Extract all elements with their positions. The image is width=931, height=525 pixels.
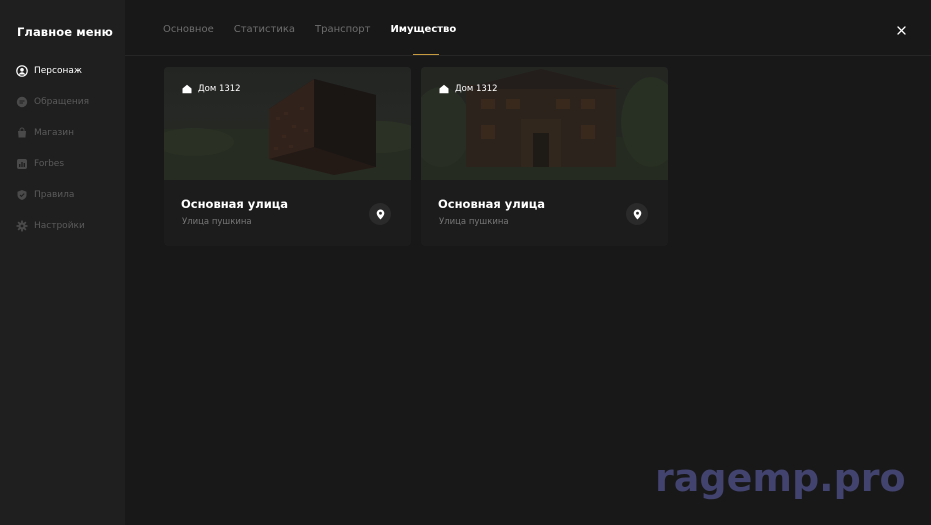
tab-bar: Основное Статистика Транспорт Имущество — [163, 24, 456, 41]
home-icon — [182, 84, 192, 94]
sidebar-item-character[interactable]: Персонаж — [16, 63, 82, 79]
property-badge: Дом 1312 — [439, 84, 498, 94]
property-street: Основная улица — [438, 197, 546, 211]
tab-property[interactable]: Имущество — [390, 24, 456, 41]
user-circle-icon — [16, 65, 28, 77]
property-street: Основная улица — [181, 197, 289, 211]
map-pin-icon — [376, 209, 384, 219]
sidebar-item-rules[interactable]: Правила — [16, 187, 74, 203]
chat-icon — [16, 96, 28, 108]
map-pin-icon — [633, 209, 641, 219]
property-address: Улица пушкина — [439, 217, 509, 227]
property-image: Дом 1312 — [421, 67, 668, 180]
property-badge: Дом 1312 — [182, 84, 241, 94]
watermark: ragemp.pro — [655, 456, 906, 500]
property-info: Основная улица Улица пушкина — [421, 180, 668, 246]
shield-icon — [16, 189, 28, 201]
property-info: Основная улица Улица пушкина — [164, 180, 411, 246]
property-card[interactable]: Дом 1312 Основная улица Улица пушкина — [421, 67, 668, 246]
location-button[interactable] — [369, 203, 391, 225]
sidebar-title: Главное меню — [17, 25, 113, 39]
sidebar-item-label: Правила — [34, 190, 75, 200]
sidebar-item-label: Персонаж — [34, 66, 82, 76]
property-badge-label: Дом 1312 — [198, 84, 241, 94]
bag-icon — [16, 127, 28, 139]
close-button[interactable] — [893, 22, 909, 38]
tab-general[interactable]: Основное — [163, 24, 214, 41]
sidebar-item-forbes[interactable]: Forbes — [16, 156, 64, 172]
tab-statistics[interactable]: Статистика — [234, 24, 295, 41]
property-badge-label: Дом 1312 — [455, 84, 498, 94]
location-button[interactable] — [626, 203, 648, 225]
sidebar-item-appeals[interactable]: Обращения — [16, 94, 89, 110]
close-icon — [896, 25, 906, 35]
home-icon — [439, 84, 449, 94]
sidebar-item-label: Forbes — [34, 159, 65, 169]
sidebar-item-label: Магазин — [34, 128, 75, 138]
sidebar-item-shop[interactable]: Магазин — [16, 125, 74, 141]
main-panel: Основное Статистика Транспорт Имущество — [125, 0, 931, 525]
gear-icon — [16, 220, 28, 232]
property-card[interactable]: Дом 1312 Основная улица Улица пушкина — [164, 67, 411, 246]
bar-chart-icon — [16, 158, 28, 170]
sidebar-item-settings[interactable]: Настройки — [16, 218, 85, 234]
property-address: Улица пушкина — [182, 217, 252, 227]
sidebar: Главное меню Персонаж Обращения Магазин … — [0, 0, 125, 525]
sidebar-item-label: Настройки — [34, 221, 85, 231]
header-divider — [125, 55, 931, 56]
tab-transport[interactable]: Транспорт — [315, 24, 370, 41]
sidebar-item-label: Обращения — [34, 97, 90, 107]
property-image: Дом 1312 — [164, 67, 411, 180]
